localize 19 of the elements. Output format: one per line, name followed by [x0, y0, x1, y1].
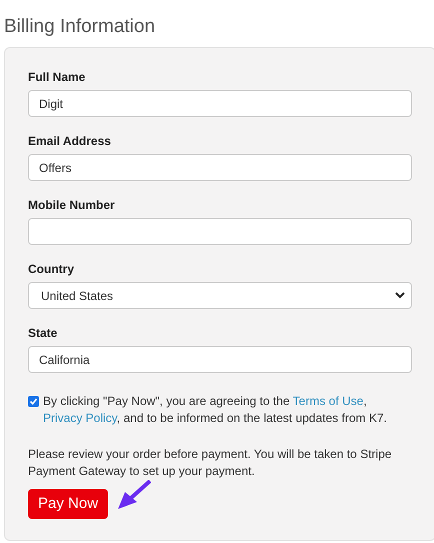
consent-text: , — [363, 394, 367, 408]
field-label: Email Address — [28, 134, 111, 148]
field-label: Country — [28, 262, 74, 276]
chevron-down-icon — [395, 292, 405, 299]
pay-now-button[interactable]: Pay Now — [28, 489, 108, 519]
payment-notice: Please review your order before payment. You will be taken to Stripe Payment Gateway to set up your payment. — [28, 446, 393, 480]
text-input-field[interactable]: Digit — [28, 90, 412, 117]
consent-checkbox[interactable] — [28, 396, 39, 407]
text-input-field[interactable]: California — [28, 346, 412, 373]
consent-text: By clicking "Pay Now", you are agreeing to the — [43, 394, 290, 408]
field-label: Full Name — [28, 70, 86, 84]
field-label: State — [28, 326, 58, 340]
page-heading: Billing Information — [4, 15, 156, 39]
country-select[interactable]: United States — [28, 282, 412, 309]
text-input-field[interactable]: Offers — [28, 154, 412, 181]
consent-text: , and to be informed on the latest updates from K7. — [116, 411, 387, 425]
field-label: Mobile Number — [28, 198, 115, 212]
text-input-field[interactable] — [28, 218, 412, 245]
arrow-icon — [117, 480, 151, 510]
